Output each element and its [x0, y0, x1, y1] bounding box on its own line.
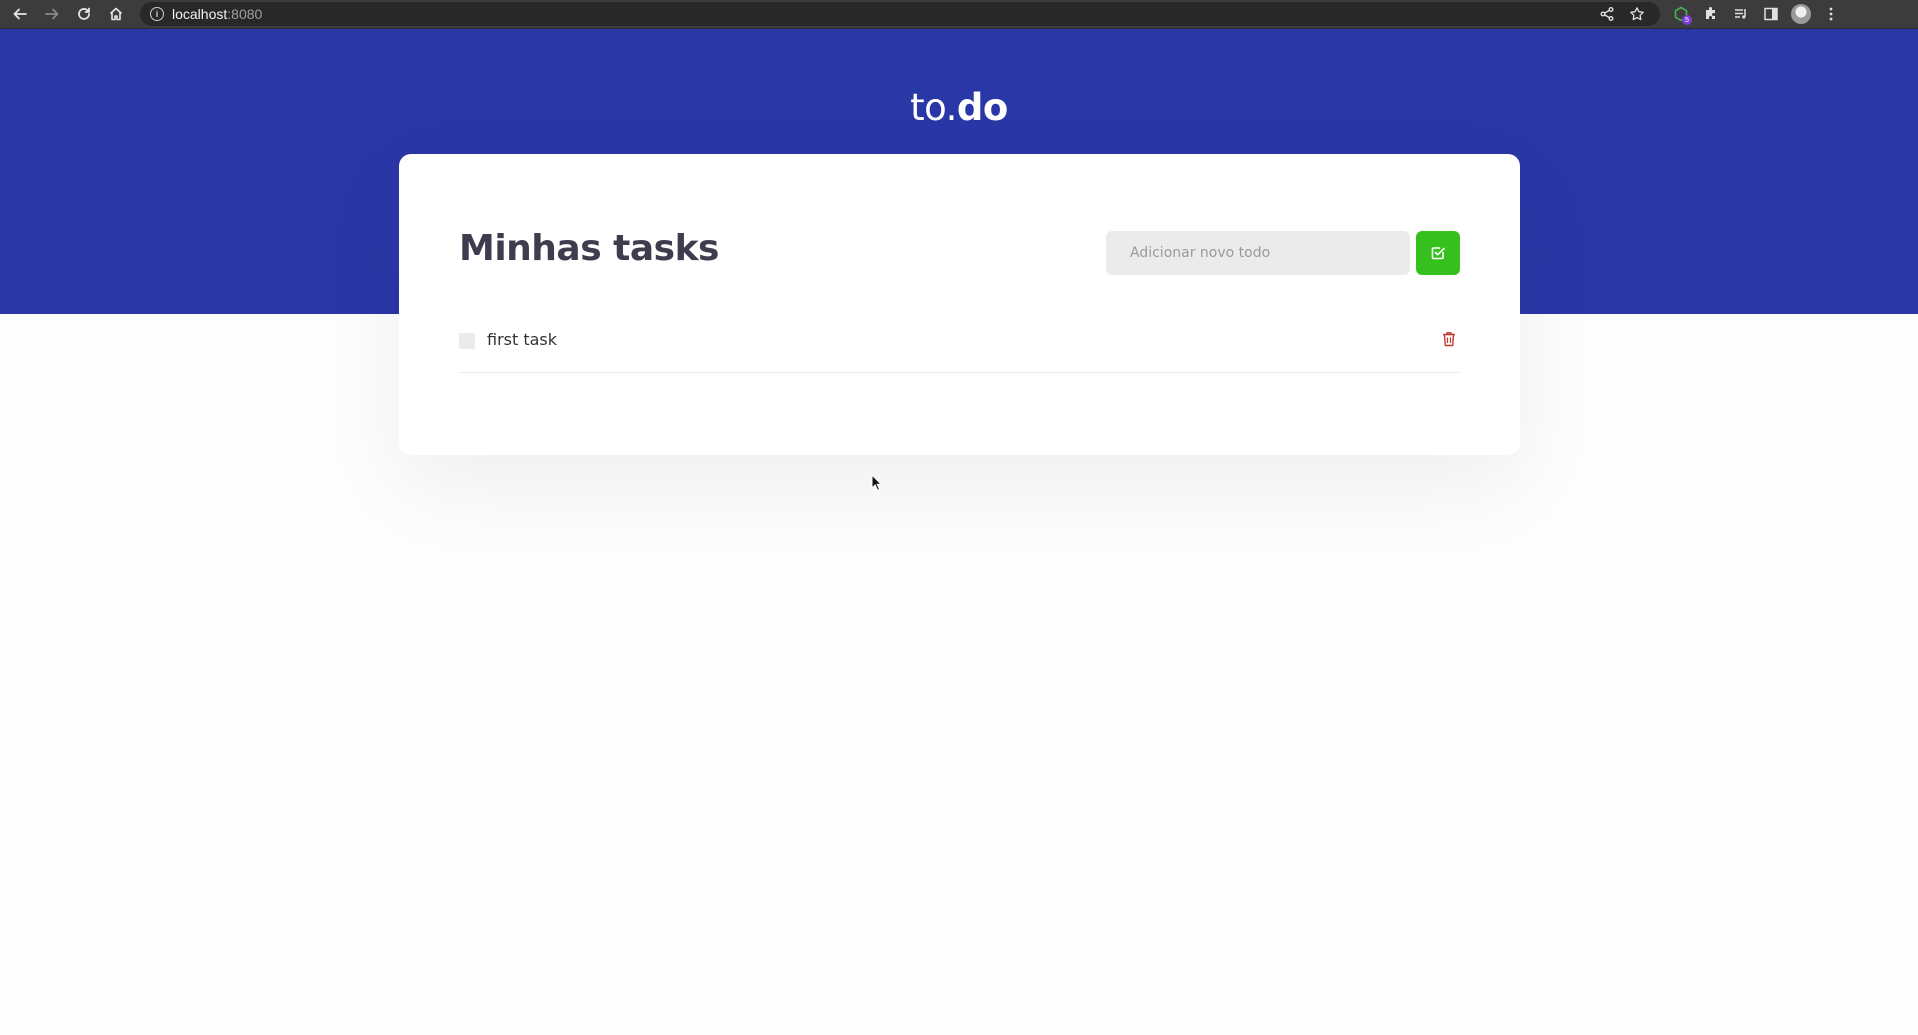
extension-badge: 5: [1682, 15, 1692, 25]
arrow-right-icon: [45, 8, 59, 20]
add-todo-button[interactable]: [1416, 231, 1460, 275]
kebab-menu-icon: [1829, 7, 1833, 21]
share-button[interactable]: [1592, 2, 1622, 26]
brand-logo-light: to.: [910, 86, 957, 129]
profile-button[interactable]: [1786, 2, 1816, 26]
browser-toolbar: i localhost:8080 5: [0, 0, 1918, 29]
address-bar[interactable]: i localhost:8080: [140, 2, 1660, 26]
task-checkbox[interactable]: [459, 333, 475, 349]
extension-button[interactable]: 5: [1666, 2, 1696, 26]
delete-task-button[interactable]: [1439, 329, 1459, 349]
tasks-card: Minhas tasks first task: [399, 154, 1520, 455]
address-bar-actions: [1592, 2, 1660, 26]
brand-logo-bold: do: [956, 86, 1008, 129]
share-icon: [1600, 7, 1614, 21]
menu-button[interactable]: [1816, 2, 1846, 26]
page-title: Minhas tasks: [459, 228, 719, 269]
avatar: [1791, 4, 1811, 24]
task-label: first task: [487, 330, 558, 349]
home-icon: [109, 7, 123, 21]
playlist-icon: [1735, 9, 1746, 19]
checkbox-check-icon: [1431, 247, 1445, 260]
extensions-button[interactable]: [1696, 2, 1726, 26]
toolbar-right: 5: [1666, 2, 1846, 26]
star-icon: [1630, 7, 1644, 21]
new-todo-input[interactable]: [1106, 231, 1410, 275]
url-host: localhost: [172, 6, 228, 22]
home-button[interactable]: [104, 2, 128, 26]
back-button[interactable]: [8, 2, 32, 26]
forward-button[interactable]: [40, 2, 64, 26]
side-panel-icon: [1764, 7, 1778, 21]
arrow-left-icon: [13, 8, 27, 20]
puzzle-icon: [1706, 7, 1715, 19]
brand-logo: to.do: [0, 86, 1918, 129]
site-info-icon[interactable]: i: [150, 7, 164, 21]
media-button[interactable]: [1726, 2, 1756, 26]
task-item: first task: [459, 319, 1459, 373]
trash-icon: [1443, 332, 1455, 347]
bookmark-button[interactable]: [1622, 2, 1652, 26]
reload-button[interactable]: [72, 2, 96, 26]
side-panel-button[interactable]: [1756, 2, 1786, 26]
reload-icon: [78, 7, 90, 20]
url-port: :8080: [227, 6, 263, 22]
mouse-cursor-icon: [871, 474, 883, 491]
